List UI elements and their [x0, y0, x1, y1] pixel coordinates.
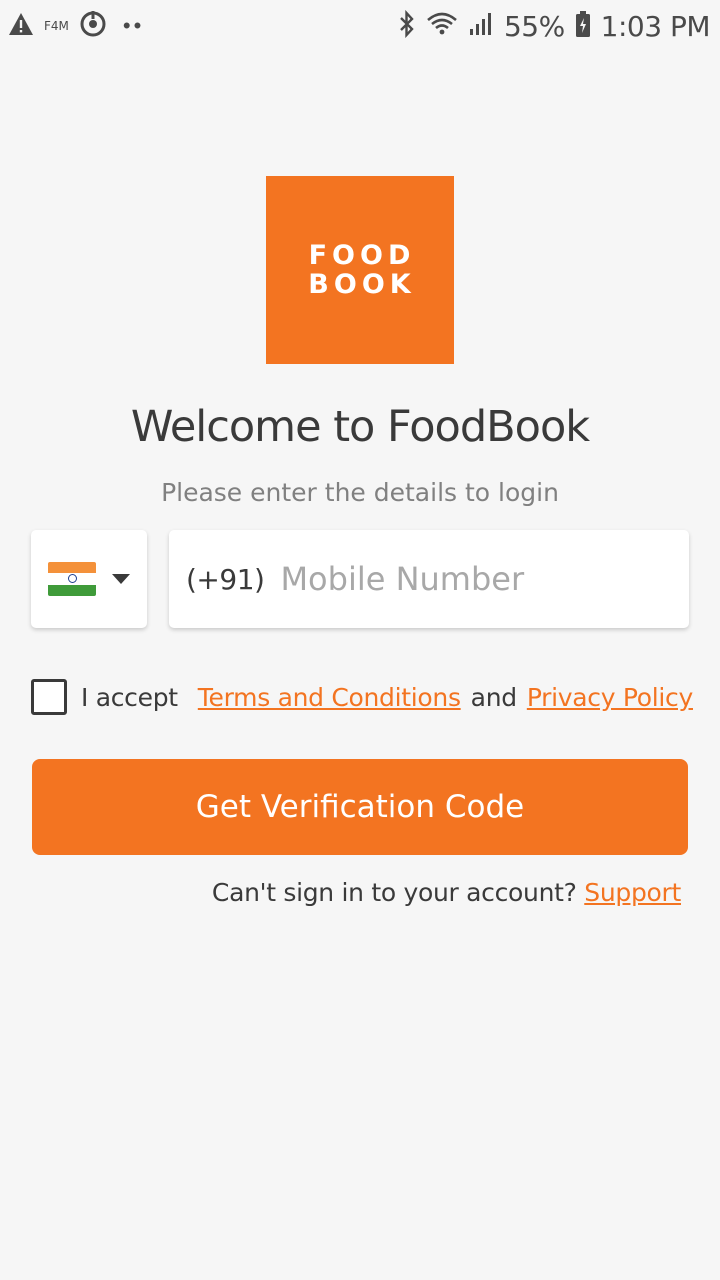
terms-and-conditions-link[interactable]: Terms and Conditions — [198, 683, 461, 712]
clock: 1:03 PM — [600, 9, 711, 43]
warning-icon — [8, 12, 34, 41]
dropdown-caret-icon — [112, 574, 130, 584]
terms-and-text: and — [470, 682, 517, 712]
logo-line-2: BOOK — [308, 269, 416, 300]
country-code-prefix: (+91) — [186, 562, 265, 596]
support-link[interactable]: Support — [584, 878, 681, 907]
notification-dots: •• — [122, 13, 145, 38]
support-question: Can't sign in to your account? — [211, 878, 577, 907]
battery-icon — [575, 10, 591, 43]
india-flag-icon — [48, 562, 96, 596]
battery-percent: 55% — [503, 9, 565, 43]
wifi-icon — [426, 11, 458, 42]
terms-prefix: I accept — [81, 682, 178, 712]
bluetooth-icon — [398, 9, 416, 43]
status-app-label: F4M — [44, 19, 69, 33]
mobile-number-input[interactable] — [280, 560, 661, 598]
terms-checkbox[interactable] — [31, 679, 67, 715]
logo-line-1: FOOD — [308, 240, 416, 271]
page-subtitle: Please enter the details to login — [161, 478, 559, 507]
status-bar-right: 55% 1:03 PM — [398, 9, 711, 43]
privacy-policy-link[interactable]: Privacy Policy — [527, 683, 693, 712]
status-bar: F4M •• 55% 1:03 PM — [0, 0, 720, 52]
mobile-number-field[interactable]: (+91) — [169, 530, 689, 628]
sync-icon — [79, 10, 107, 43]
status-bar-left: F4M •• — [8, 10, 144, 43]
foodbook-logo: FOOD BOOK — [266, 176, 454, 364]
signal-icon — [468, 11, 494, 42]
page-title: Welcome to FoodBook — [130, 402, 590, 452]
terms-row: I accept Terms and Conditions and Privac… — [31, 677, 711, 717]
support-row: Can't sign in to your account? Support — [212, 878, 681, 907]
get-verification-code-button[interactable]: Get Verification Code — [32, 759, 688, 855]
country-code-selector[interactable] — [31, 530, 147, 628]
